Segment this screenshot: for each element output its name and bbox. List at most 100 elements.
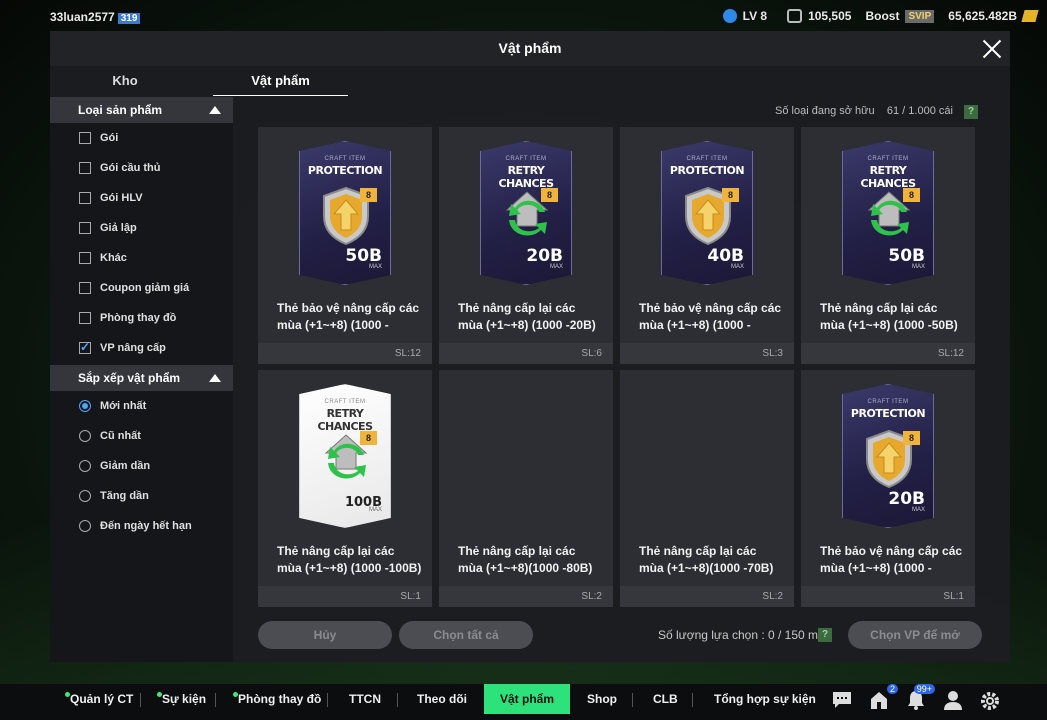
craft-item-label: CRAFT ITEM — [324, 156, 366, 162]
select-all-button[interactable]: Chọn tất cả — [399, 621, 533, 649]
filter-option[interactable]: VP nâng cấp — [50, 333, 233, 363]
filter-option[interactable]: Gói — [50, 123, 233, 153]
checkbox[interactable] — [79, 132, 91, 144]
radio-button[interactable] — [79, 400, 91, 412]
level-badge: 8 — [360, 188, 377, 202]
item-card[interactable]: CRAFT ITEM RETRY CHANCES 8 100B MAX Thẻ nâng … — [258, 370, 432, 607]
sort-header[interactable]: Sắp xếp vật phẩm — [50, 365, 233, 391]
checkbox[interactable] — [79, 252, 91, 264]
radio-button[interactable] — [79, 430, 91, 442]
nav-phong-thay-do[interactable]: Phòng thay đồ — [233, 684, 321, 714]
checkbox[interactable] — [79, 282, 91, 294]
filter-option[interactable]: Gói HLV — [50, 183, 233, 213]
nav-quan-ly-ct[interactable]: Quản lý CT — [65, 684, 133, 714]
notification-dot — [65, 692, 70, 697]
radio-button[interactable] — [79, 460, 91, 472]
card-image: CRAFT ITEM RETRY CHANCES 8 20B MAX — [439, 141, 613, 289]
craft-item-label: CRAFT ITEM — [324, 399, 366, 405]
item-card[interactable]: Thẻ nâng cấp lại các mùa (+1~+8)(1000 -8… — [439, 370, 613, 607]
checkbox[interactable] — [79, 162, 91, 174]
items-panel: Vật phẩm Kho Vật phẩm Loại sản phẩm Gói G… — [50, 31, 1010, 662]
item-card[interactable]: CRAFT ITEM PROTECTION 8 20B MAX Thẻ bảo vệ nâ… — [801, 370, 975, 607]
filter-option-label: VP nâng cấp — [100, 342, 166, 354]
filter-option[interactable]: Gói cầu thủ — [50, 153, 233, 183]
checkbox[interactable] — [79, 340, 91, 354]
sort-option[interactable]: Cũ nhất — [50, 421, 233, 451]
tab-kho[interactable]: Kho — [50, 66, 200, 96]
top-bar: 33luan2577 319 LV 8 105,505 Boost SVIP 65… — [0, 0, 1047, 32]
owned-value: 61 / 1.000 cái — [886, 105, 953, 117]
card-image: CRAFT ITEM RETRY CHANCES 8 100B MAX — [258, 384, 432, 532]
sort-label: Sắp xếp vật phẩm — [78, 371, 181, 385]
nav-tong-hop-su-kien[interactable]: Tổng hợp sự kiện — [714, 684, 816, 714]
nav-su-kien[interactable]: Sự kiện — [157, 684, 206, 714]
panel-title: Vật phẩm — [50, 31, 1010, 66]
product-type-header[interactable]: Loại sản phẩm — [50, 97, 233, 123]
filter-option-label: Gói cầu thủ — [100, 162, 161, 174]
gift-icon[interactable]: 2 — [868, 684, 898, 710]
owned-count: Số loại đang sở hữu 61 / 1.000 cái ? — [775, 105, 978, 119]
tab-vat-pham[interactable]: Vật phẩm — [213, 66, 348, 96]
nav-shop[interactable]: Shop — [587, 684, 617, 714]
item-name: Thẻ bảo vệ nâng cấp các mùa (+1~+8) (100… — [820, 544, 963, 575]
card-max: MAX — [911, 507, 925, 513]
product-type-label: Loại sản phẩm — [78, 103, 163, 117]
item-card[interactable]: CRAFT ITEM PROTECTION 8 40B MAX Thẻ bảo vệ nâ… — [620, 127, 794, 364]
close-icon[interactable] — [980, 37, 1004, 61]
user-badge: 319 — [117, 13, 141, 24]
card-image: CRAFT ITEM PROTECTION 8 40B MAX — [620, 141, 794, 289]
level-badge: 8 — [903, 431, 920, 445]
item-card[interactable]: CRAFT ITEM RETRY CHANCES 8 50B MAX Thẻ nâng c… — [801, 127, 975, 364]
sort-option[interactable]: Mới nhất — [50, 391, 233, 421]
checkbox[interactable] — [79, 222, 91, 234]
card-max: MAX — [911, 264, 925, 270]
filter-option-label: Khác — [100, 252, 127, 264]
filter-option[interactable]: Khác — [50, 243, 233, 273]
checkbox[interactable] — [79, 192, 91, 204]
bp-icon — [1021, 10, 1039, 22]
sort-option-label: Tăng dần — [100, 490, 149, 502]
item-card[interactable]: CRAFT ITEM RETRY CHANCES 8 20B MAX Thẻ nâng c… — [439, 127, 613, 364]
checkbox[interactable] — [79, 312, 91, 324]
sort-option[interactable]: Đến ngày hết hạn — [50, 511, 233, 541]
item-name: Thẻ bảo vệ nâng cấp các mùa (+1~+8) (100… — [639, 301, 782, 332]
item-name: Thẻ nâng cấp lại các mùa (+1~+8) (1000 -… — [820, 301, 958, 332]
item-quantity: SL:1 — [258, 586, 432, 607]
cancel-button[interactable]: Hủy — [258, 621, 392, 649]
help-icon[interactable]: ? — [818, 628, 832, 642]
card-value: 20B — [888, 489, 925, 509]
item-name: Thẻ nâng cấp lại các mùa (+1~+8)(1000 -7… — [639, 544, 774, 575]
coin-icon — [787, 9, 803, 23]
filter-option[interactable]: Giả lập — [50, 213, 233, 243]
help-icon[interactable]: ? — [964, 105, 978, 119]
nav-ttcn[interactable]: TTCN — [349, 684, 381, 714]
card-image: CRAFT ITEM PROTECTION 8 50B MAX — [258, 141, 432, 289]
filter-option[interactable]: Coupon giảm giá — [50, 273, 233, 303]
bell-icon[interactable]: 99+ — [905, 684, 935, 710]
level-badge: 8 — [722, 188, 739, 202]
radio-button[interactable] — [79, 520, 91, 532]
profile-icon[interactable] — [942, 690, 964, 710]
nav-vat-pham[interactable]: Vật phẩm — [484, 684, 571, 714]
item-name: Thẻ nâng cấp lại các mùa (+1~+8)(1000 -8… — [458, 544, 593, 575]
sort-option[interactable]: Tăng dần — [50, 481, 233, 511]
level-badge: 8 — [903, 188, 920, 202]
item-grid: CRAFT ITEM PROTECTION 8 50B MAX Thẻ bảo vệ nâ… — [258, 127, 978, 607]
sort-option[interactable]: Giảm dần — [50, 451, 233, 481]
gear-icon[interactable] — [979, 690, 1001, 710]
card-max: MAX — [730, 264, 744, 270]
filter-option[interactable]: Phòng thay đồ — [50, 303, 233, 333]
nav-clb[interactable]: CLB — [653, 684, 678, 714]
sort-option-label: Mới nhất — [100, 400, 147, 412]
craft-card: CRAFT ITEM PROTECTION 8 40B MAX — [661, 141, 753, 285]
item-card[interactable]: CRAFT ITEM PROTECTION 8 50B MAX Thẻ bảo vệ nâ… — [258, 127, 432, 364]
item-card[interactable]: Thẻ nâng cấp lại các mùa (+1~+8)(1000 -7… — [620, 370, 794, 607]
item-quantity: SL:2 — [439, 586, 613, 607]
item-quantity: SL:3 — [620, 343, 794, 364]
svip-badge: SVIP — [905, 9, 935, 23]
radio-button[interactable] — [79, 490, 91, 502]
nav-theo-doi[interactable]: Theo dõi — [417, 684, 467, 714]
select-vp-button[interactable]: Chọn VP để mở — [848, 621, 982, 649]
level-label: LV 8 — [742, 9, 768, 23]
chat-icon[interactable] — [831, 690, 853, 710]
